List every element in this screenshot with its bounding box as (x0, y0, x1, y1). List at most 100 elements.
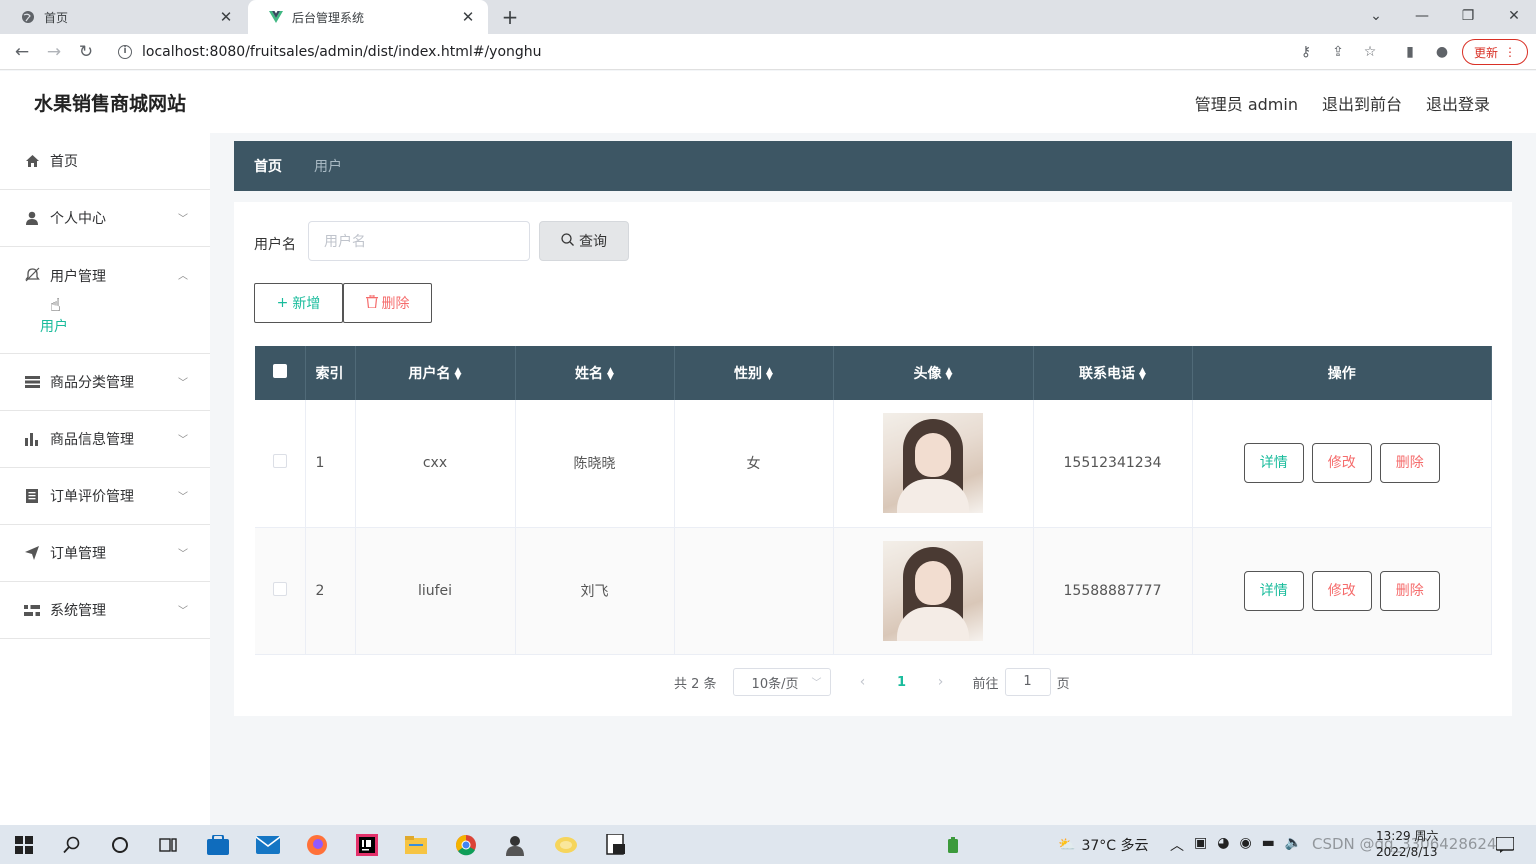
delete-button[interactable]: 删除 (343, 283, 432, 323)
select-all-checkbox[interactable] (255, 346, 306, 400)
weather-widget[interactable]: ⛅ 37°C 多云 (1058, 835, 1148, 855)
page-size-select[interactable]: 10条/页 ﹀ (732, 668, 831, 696)
mail-icon[interactable] (255, 832, 281, 858)
file-explorer-icon[interactable] (403, 832, 429, 858)
avatar (883, 540, 983, 641)
lemon-app-icon[interactable] (553, 832, 579, 858)
pagination-total: 共 2 条 (674, 676, 717, 692)
key-icon[interactable]: ⚷ (1296, 42, 1316, 62)
remove-button[interactable]: 删除 (1379, 443, 1440, 484)
reload-icon[interactable]: ↻ (74, 40, 98, 64)
next-page-icon[interactable]: › (929, 674, 953, 690)
chevron-down-icon: ﹀ (178, 492, 188, 503)
cortana-icon[interactable] (107, 832, 133, 858)
close-icon[interactable]: ✕ (218, 8, 234, 26)
chevron-up-icon[interactable]: ︿ (1170, 835, 1184, 855)
share-icon[interactable]: ⇪ (1328, 42, 1348, 62)
sidebar-item-system[interactable]: 系统管理 ﹀ (0, 582, 210, 639)
tab-title: 首页 (44, 10, 69, 25)
sidebar-item-home[interactable]: 首页 (0, 133, 210, 190)
cell-gender: 女 (674, 400, 834, 528)
sidebar-item-users[interactable]: 用户管理 ︿ 用户 (0, 247, 210, 354)
profile-icon[interactable]: ● (1432, 42, 1452, 62)
sidepanel-icon[interactable]: ▮ (1400, 42, 1420, 62)
search-input[interactable] (308, 221, 530, 261)
add-button[interactable]: + 新增 (254, 283, 343, 323)
volume-icon[interactable]: 🔈 (1285, 835, 1302, 855)
intellij-icon[interactable] (354, 832, 380, 858)
sidebar-item-products[interactable]: 商品信息管理 ﹀ (0, 411, 210, 468)
back-to-front-link[interactable]: 退出到前台 (1322, 91, 1402, 115)
current-page[interactable]: 1 (875, 675, 929, 690)
battery-app-icon[interactable] (940, 832, 966, 858)
logout-link[interactable]: 退出登录 (1426, 91, 1490, 115)
new-tab-icon[interactable]: + (498, 5, 522, 29)
breadcrumb-home[interactable]: 首页 (254, 156, 282, 176)
col-phone[interactable]: 联系电话 ▲ ▼ (1033, 346, 1193, 400)
chevron-down-icon[interactable]: ⌄ (1362, 4, 1390, 28)
cell-name: 刘飞 (515, 527, 675, 655)
sort-icon: ▲ ▼ (945, 366, 953, 382)
tray-app-icon[interactable]: ▣ (1194, 835, 1207, 855)
prev-page-icon[interactable]: ‹ (851, 674, 875, 690)
col-avatar[interactable]: 头像 ▲ ▼ (833, 346, 1034, 400)
chevron-down-icon: ﹀ (178, 549, 188, 560)
star-icon[interactable]: ☆ (1360, 42, 1380, 62)
windows-start-icon[interactable] (11, 832, 37, 858)
sync-icon[interactable]: ◉ (1239, 835, 1251, 855)
url-field[interactable]: i localhost:8080/fruitsales/admin/dist/i… (108, 38, 1448, 66)
chrome-icon[interactable] (453, 832, 479, 858)
sort-icon: ▲ ▼ (1139, 366, 1146, 382)
sidebar-item-profile[interactable]: 个人中心 ﹀ (0, 190, 210, 247)
browser-tab-bar: 首页 ✕ 后台管理系统 ✕ + ⌄ — ❐ ✕ (0, 0, 1536, 34)
update-button[interactable]: 更新 ⋮ (1462, 39, 1528, 65)
firefox-icon[interactable] (304, 832, 330, 858)
submenu-item-users[interactable]: 用户 (40, 316, 68, 336)
search-button[interactable]: 查询 (539, 221, 629, 261)
close-icon[interactable]: ✕ (460, 8, 476, 26)
restore-icon[interactable]: ❐ (1454, 4, 1482, 28)
col-name[interactable]: 姓名 ▲ ▼ (515, 346, 675, 400)
qq-icon[interactable]: ◕ (1217, 835, 1229, 855)
sidebar-item-category[interactable]: 商品分类管理 ﹀ (0, 354, 210, 411)
edit-button[interactable]: 修改 (1311, 570, 1372, 611)
clock-date: 2022/8/13 (1376, 845, 1438, 859)
minimize-icon[interactable]: — (1408, 4, 1436, 28)
edit-button[interactable]: 修改 (1311, 443, 1372, 484)
sidebar-item-label: 系统管理 (50, 603, 106, 619)
col-username[interactable]: 用户名 ▲ ▼ (355, 346, 516, 400)
clock[interactable]: 13:29 周六 2022/8/13 (1376, 828, 1438, 860)
sidebar-item-reviews[interactable]: 订单评价管理 ﹀ (0, 468, 210, 525)
cell-index: 1 (305, 400, 356, 528)
page-size-value: 10条/页 (751, 676, 799, 692)
remove-button[interactable]: 删除 (1379, 570, 1440, 611)
store-icon[interactable] (205, 832, 231, 858)
task-view-icon[interactable] (155, 832, 181, 858)
browser-tab-admin[interactable]: 后台管理系统 ✕ (248, 0, 488, 34)
network-icon[interactable]: ▬ (1262, 835, 1275, 855)
cloud-icon: ⛅ (1058, 837, 1076, 853)
browser-tab-home[interactable]: 首页 ✕ (0, 0, 246, 34)
info-icon[interactable]: i (118, 45, 132, 59)
tab-title: 后台管理系统 (292, 10, 365, 25)
goto-page-input[interactable]: 1 (1004, 668, 1051, 696)
terminal-app-icon[interactable] (603, 832, 629, 858)
row-checkbox[interactable] (255, 527, 306, 655)
cell-ops: 详情 修改 删除 (1192, 400, 1492, 528)
weather-text: 37°C 多云 (1081, 838, 1149, 854)
app-avatar-icon[interactable] (502, 832, 528, 858)
back-icon[interactable]: ← (10, 40, 34, 64)
row-checkbox[interactable] (255, 400, 306, 528)
sidebar-item-orders[interactable]: 订单管理 ﹀ (0, 525, 210, 582)
notification-icon[interactable] (1492, 832, 1518, 858)
forward-icon[interactable]: → (42, 40, 66, 64)
search-icon[interactable] (59, 832, 85, 858)
detail-button[interactable]: 详情 (1243, 570, 1304, 611)
close-window-icon[interactable]: ✕ (1500, 4, 1528, 28)
content-panel: 用户名 查询 + 新增 删除 索引 用户名▲▼ 姓名▲▼ 性别▲▼ 头像▲▼ 联… (234, 202, 1512, 716)
col-gender[interactable]: 性别 ▲ ▼ (674, 346, 834, 400)
cell-index: 2 (305, 527, 356, 655)
table-header-row: 索引 用户名 ▲ ▼ 姓名 ▲ ▼ 性别 ▲ ▼ 头像 ▲ ▼ 联系电话 ▲ ▼ 操作 (255, 346, 1492, 400)
settings-icon (24, 602, 40, 618)
detail-button[interactable]: 详情 (1243, 443, 1304, 484)
